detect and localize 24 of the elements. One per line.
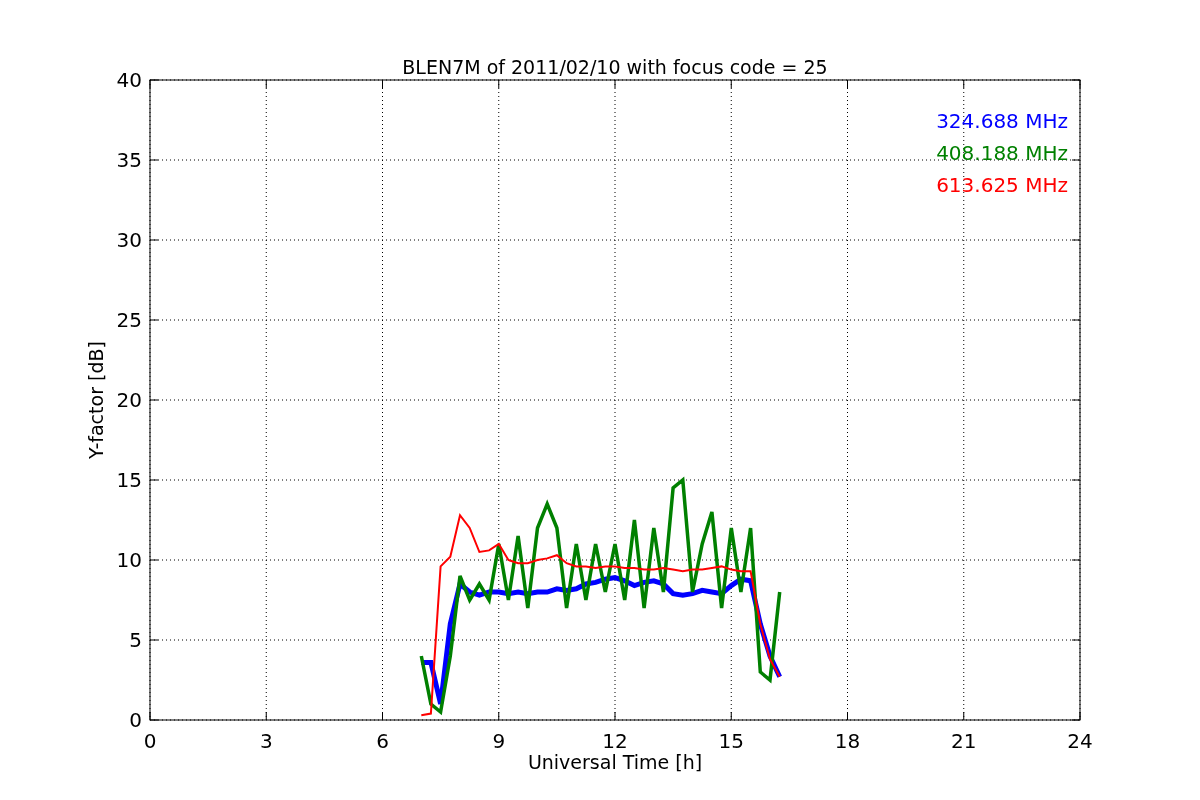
legend-label: 613.625 MHz xyxy=(936,173,1068,197)
y-tick-label: 10 xyxy=(116,548,142,572)
x-tick-label: 3 xyxy=(259,729,273,753)
y-tick-label: 5 xyxy=(129,628,142,652)
chart-title: BLEN7M of 2011/02/10 with focus code = 25 xyxy=(402,56,828,78)
y-tick-label: 30 xyxy=(116,228,142,252)
x-tick-label: 24 xyxy=(1067,729,1093,753)
y-tick-label: 35 xyxy=(116,148,142,172)
y-axis-label: Y-factor [dB] xyxy=(85,341,107,459)
y-tick-label: 15 xyxy=(116,468,142,492)
x-tick-label: 12 xyxy=(602,729,628,753)
x-tick-label: 18 xyxy=(834,729,861,753)
x-tick-label: 15 xyxy=(718,729,744,753)
y-tick-label: 25 xyxy=(116,308,142,332)
y-tick-label: 0 xyxy=(129,708,142,732)
x-tick-label: 0 xyxy=(143,729,157,753)
legend-label: 324.688 MHz xyxy=(936,109,1068,133)
x-tick-label: 6 xyxy=(376,729,389,753)
y-tick-label: 20 xyxy=(116,388,142,412)
x-tick-label: 21 xyxy=(951,729,977,753)
x-axis-label: Universal Time [h] xyxy=(527,751,703,773)
x-tick-label: 9 xyxy=(492,729,506,753)
legend-label: 408.188 MHz xyxy=(936,141,1068,165)
y-tick-label: 40 xyxy=(116,68,142,92)
